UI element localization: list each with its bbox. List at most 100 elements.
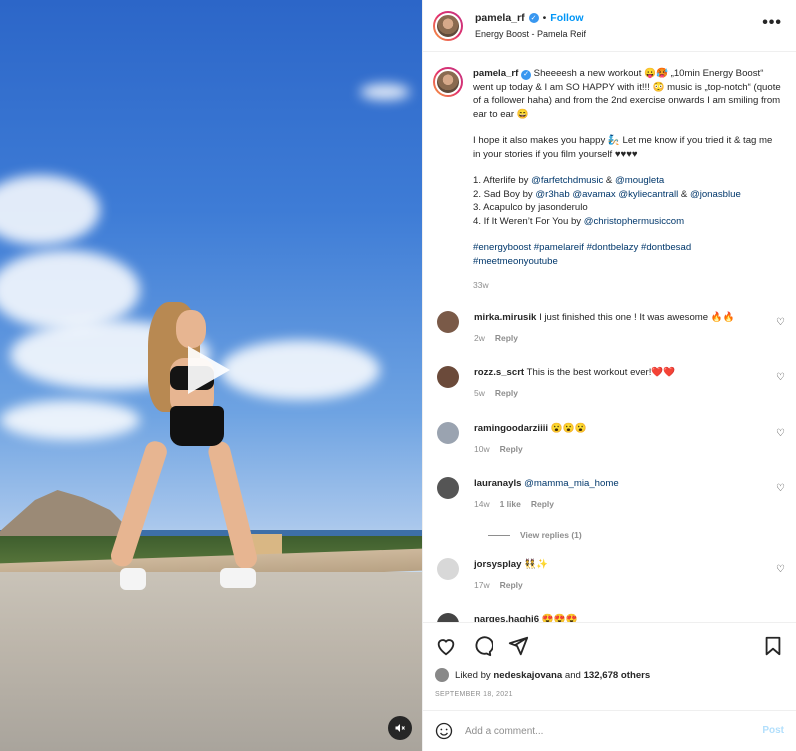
- comment-username[interactable]: lauranayls: [474, 478, 521, 489]
- comment-body: mirka.mirusik I just finished this one !…: [474, 311, 759, 345]
- comment-age: 2w: [474, 333, 485, 343]
- verified-icon: ✓: [521, 69, 531, 80]
- comment-username[interactable]: mirka.mirusik: [474, 312, 536, 323]
- avatar[interactable]: [437, 422, 459, 444]
- comment-username[interactable]: jorsysplay: [474, 559, 521, 570]
- comment-meta: 10w Reply: [474, 443, 759, 456]
- person-leg: [206, 439, 260, 571]
- comment-icon[interactable]: [471, 635, 493, 657]
- caption-paragraph-1: pamela_rf ✓ Sheeeesh a new workout 😛🥵 „1…: [473, 67, 782, 121]
- header-text: pamela_rf ✓ • Follow Energy Boost - Pame…: [475, 12, 586, 39]
- verified-icon: ✓: [528, 13, 539, 23]
- hashtag-links[interactable]: #meetmeonyoutube: [473, 256, 558, 267]
- reply-button[interactable]: Reply: [495, 387, 518, 400]
- reply-button[interactable]: Reply: [500, 579, 523, 592]
- comment-item: jorsysplay 👯✨ 17w Reply ♡: [437, 558, 787, 592]
- mention-link[interactable]: @mamma_mia_home: [524, 478, 619, 489]
- likes-user[interactable]: nedeskajovana: [493, 670, 562, 681]
- emoji-icon[interactable]: [435, 722, 453, 740]
- person-shoe: [220, 568, 256, 588]
- avatar[interactable]: [433, 10, 463, 41]
- comment-username[interactable]: rozz.s_scrt: [474, 367, 524, 378]
- caption-avatar[interactable]: [433, 67, 463, 97]
- avatar[interactable]: [435, 668, 449, 682]
- reply-button[interactable]: Reply: [500, 443, 523, 456]
- more-icon[interactable]: •••: [762, 14, 782, 32]
- heart-icon[interactable]: ♡: [776, 564, 785, 575]
- avatar[interactable]: [437, 366, 459, 388]
- comment-body: ramingoodarziiii 😮😮😮 10w Reply: [474, 422, 759, 456]
- play-icon[interactable]: [188, 346, 230, 394]
- mute-icon-glyph: [395, 724, 405, 732]
- comments-list[interactable]: pamela_rf ✓ Sheeeesh a new workout 😛🥵 „1…: [423, 53, 796, 623]
- comment-age: 10w: [474, 444, 490, 454]
- post-date: SEPTEMBER 18, 2021: [435, 691, 513, 698]
- instagram-post: pamela_rf ✓ • Follow Energy Boost - Pame…: [0, 0, 796, 751]
- comment-text: This is the best workout ever!❤️❤️: [526, 367, 676, 378]
- person-head: [176, 310, 206, 348]
- likes-prefix: Liked by: [455, 669, 491, 681]
- comment-meta: 14w 1 like Reply: [474, 498, 759, 511]
- mention-link[interactable]: @jonasblue: [690, 189, 741, 200]
- mute-icon[interactable]: [388, 716, 412, 740]
- audio-link[interactable]: Energy Boost - Pamela Reif: [475, 29, 586, 39]
- person-leg: [108, 438, 170, 570]
- heart-icon[interactable]: [435, 635, 457, 657]
- heart-icon[interactable]: ♡: [776, 372, 785, 383]
- song-3: 3. Acapulco by jasonderulo: [473, 202, 588, 213]
- header-username[interactable]: pamela_rf: [475, 12, 525, 24]
- mention-link[interactable]: @avamax: [572, 189, 615, 200]
- song-1: 1. Afterlife by @farfetchdmusic & @mougl…: [473, 175, 665, 186]
- comment-meta: 17w Reply: [474, 579, 759, 592]
- mention-link[interactable]: @mougleta: [615, 175, 664, 186]
- comment-age: 17w: [474, 580, 490, 590]
- post-video[interactable]: [0, 0, 422, 751]
- add-comment-bar: Post: [423, 710, 796, 751]
- avatar[interactable]: [437, 558, 459, 580]
- caption-username[interactable]: pamela_rf: [473, 68, 518, 79]
- view-replies-button[interactable]: View replies (1): [488, 530, 582, 540]
- heart-icon[interactable]: ♡: [776, 428, 785, 439]
- heart-icon[interactable]: ♡: [776, 483, 785, 494]
- comment-text: I just finished this one ! It was awesom…: [539, 312, 735, 323]
- comment-item: rozz.s_scrt This is the best workout eve…: [437, 366, 787, 400]
- mention-link[interactable]: @farfetchdmusic: [531, 175, 603, 186]
- bookmark-icon[interactable]: [762, 635, 784, 657]
- song-2: 2. Sad Boy by @r3hab @avamax @kyliecantr…: [473, 188, 741, 200]
- comment-age: 5w: [474, 388, 485, 398]
- comment-body: jorsysplay 👯✨ 17w Reply: [474, 558, 759, 592]
- comment-likes[interactable]: 1 like: [500, 498, 521, 511]
- hashtag-links[interactable]: #energyboost #pamelareif #dontbelazy #do…: [473, 242, 691, 253]
- comment-item: ramingoodarziiii 😮😮😮 10w Reply ♡: [437, 422, 787, 456]
- share-icon[interactable]: [507, 635, 529, 657]
- reply-button[interactable]: Reply: [531, 498, 554, 511]
- comment-text: 😮😮😮: [550, 423, 587, 434]
- caption-text-1: Sheeeesh a new workout 😛🥵 „10min Energy …: [473, 68, 781, 120]
- cloud: [360, 84, 410, 100]
- reply-button[interactable]: Reply: [495, 332, 518, 345]
- follow-button[interactable]: Follow: [550, 12, 583, 24]
- caption-age: 33w: [473, 280, 489, 290]
- caption-hashtags: #energyboost #pamelareif #dontbelazy #do…: [473, 241, 782, 268]
- post-actions: Liked by nedeskajovana and 132,678 other…: [423, 622, 796, 700]
- mention-link[interactable]: @r3hab: [535, 189, 569, 200]
- mention-link[interactable]: @kyliecantrall: [618, 189, 678, 200]
- side-panel: pamela_rf ✓ • Follow Energy Boost - Pame…: [422, 0, 796, 751]
- person-shorts: [170, 406, 224, 446]
- avatar[interactable]: [437, 311, 459, 333]
- caption: pamela_rf ✓ Sheeeesh a new workout 😛🥵 „1…: [423, 53, 796, 293]
- comment-username[interactable]: ramingoodarziiii: [474, 423, 548, 434]
- post-button[interactable]: Post: [762, 725, 784, 736]
- heart-icon[interactable]: ♡: [776, 317, 785, 328]
- comment-text: 👯✨: [524, 559, 549, 570]
- comment-age: 14w: [474, 499, 490, 509]
- likes-summary: Liked by nedeskajovana and 132,678 other…: [435, 668, 650, 682]
- likes-count[interactable]: 132,678 others: [584, 670, 651, 681]
- comment-body: lauranayls @mamma_mia_home 14w 1 like Repl…: [474, 477, 759, 511]
- comment-input[interactable]: [465, 725, 755, 737]
- comment-meta: 2w Reply: [474, 332, 759, 345]
- header-user-line: pamela_rf ✓ • Follow: [475, 12, 586, 24]
- mention-link[interactable]: @christophermusiccom: [584, 216, 684, 227]
- avatar[interactable]: [437, 477, 459, 499]
- song-4: 4. If It Weren’t For You by @christopher…: [473, 215, 685, 227]
